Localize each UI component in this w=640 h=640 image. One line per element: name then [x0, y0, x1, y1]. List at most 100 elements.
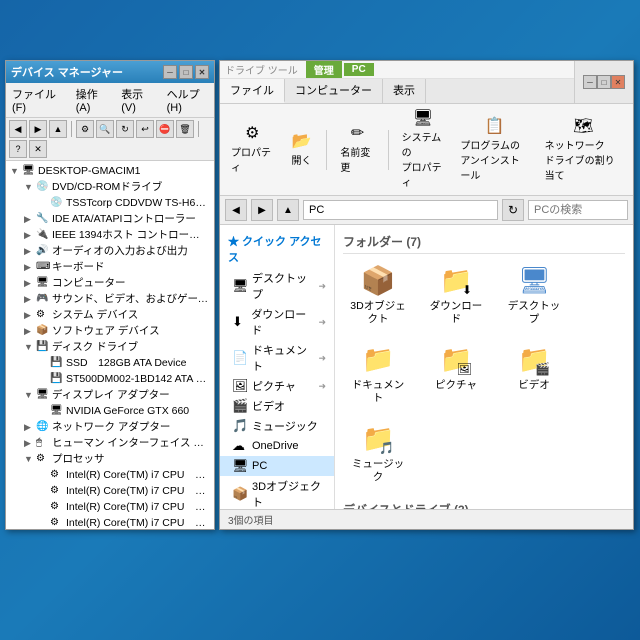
toolbar-properties[interactable]: ⚙ — [76, 120, 94, 138]
tree-sound[interactable]: ▶ 🎮 サウンド、ビデオ、およびゲーム コントローラー — [8, 291, 212, 307]
onedrive-icon: ☁ — [232, 438, 248, 454]
folder-videos-label: ビデオ — [518, 379, 550, 392]
forward-button[interactable]: ▶ — [251, 199, 273, 221]
sidebar-music[interactable]: 🎵 ミュージック — [220, 416, 334, 436]
toolbar-disable[interactable]: ⛔ — [156, 120, 174, 138]
sidebar-video[interactable]: 🎬 ビデオ — [220, 396, 334, 416]
tree-audio[interactable]: ▶ 🔊 オーディオの入力および出力 — [8, 243, 212, 259]
toolbar-uninstall[interactable]: 🗑 — [176, 120, 194, 138]
tab-view[interactable]: 表示 — [383, 79, 426, 103]
disk-icon: 💾 — [36, 340, 50, 354]
toolbar-close-x[interactable]: ✕ — [29, 140, 47, 158]
tree-dvdrom[interactable]: ▼ 💿 DVD/CD-ROMドライブ — [8, 179, 212, 195]
tree-ieee[interactable]: ▶ 🔌 IEEE 1394ホスト コントローラー — [8, 227, 212, 243]
sidebar-pictures[interactable]: 🖼 ピクチャ ➜ — [220, 376, 334, 396]
tree-ssd[interactable]: 💾 SSD 128GB ATA Device — [8, 355, 212, 371]
folder-desktop-label: デスクトップ — [504, 300, 564, 326]
tree-computer[interactable]: ▼ 🖥 DESKTOP-GMACIM1 — [8, 163, 212, 179]
ribbon-map[interactable]: 🗺 ネットワークドライブの割り当て — [539, 115, 628, 185]
system-icon: ⚙ — [36, 308, 50, 322]
menu-view[interactable]: 表示(V) — [118, 85, 155, 115]
minimize-button[interactable]: ─ — [163, 65, 177, 79]
explorer-ribbon: ドライブ ツール 管理 PC ファイル コンピューター 表示 ─ □ — [220, 61, 633, 196]
windows-container: デバイス マネージャー ─ □ ✕ ファイル(F) 操作(A) 表示(V) ヘル… — [5, 60, 634, 530]
tree-cpu1[interactable]: ⚙ Intel(R) Core(TM) i7 CPU 920 @ 2.67GHz — [8, 467, 212, 483]
toolbar-rollback[interactable]: ↩ — [136, 120, 154, 138]
music-icon: 🎵 — [232, 418, 248, 434]
ribbon-rename[interactable]: ✏ 名前変更 — [334, 122, 380, 177]
refresh-button[interactable]: ↻ — [502, 199, 524, 221]
explorer-minimize[interactable]: ─ — [583, 75, 597, 89]
sidebar-onedrive[interactable]: ☁ OneDrive — [220, 436, 334, 456]
tree-cpu4[interactable]: ⚙ Intel(R) Core(TM) i7 CPU 920 @ 2.67GHz — [8, 515, 212, 529]
toolbar-up[interactable]: ▲ — [49, 120, 67, 138]
tree-cpu3[interactable]: ⚙ Intel(R) Core(TM) i7 CPU 920 @ 2.67GHz — [8, 499, 212, 515]
folder-pictures[interactable]: 📁 🖼 ピクチャ — [421, 339, 491, 410]
device-tree[interactable]: ▼ 🖥 DESKTOP-GMACIM1 ▼ 💿 DVD/CD-ROMドライブ 💿… — [6, 161, 214, 529]
explorer-close[interactable]: ✕ — [611, 75, 625, 89]
tree-nvidia[interactable]: 🖥 NVIDIA GeForce GTX 660 — [8, 403, 212, 419]
expand-audio: ▶ — [24, 244, 36, 258]
menu-help[interactable]: ヘルプ(H) — [164, 85, 211, 115]
tree-computer2[interactable]: ▶ 🖥 コンピューター — [8, 275, 212, 291]
folder-download[interactable]: 📁 ⬇ ダウンロード — [421, 260, 491, 331]
tree-cpu2[interactable]: ⚙ Intel(R) Core(TM) i7 CPU 920 @ 2.67GHz — [8, 483, 212, 499]
toolbar-back[interactable]: ◀ — [9, 120, 27, 138]
tree-keyboard[interactable]: ▶ ⌨ キーボード — [8, 259, 212, 275]
ribbon-properties[interactable]: ⚙ プロパティ — [225, 122, 279, 177]
tree-processor[interactable]: ▼ ⚙ プロセッサ — [8, 451, 212, 467]
menu-action[interactable]: 操作(A) — [73, 85, 110, 115]
explorer-maximize[interactable]: □ — [597, 75, 611, 89]
tab-computer[interactable]: コンピューター — [285, 79, 383, 103]
sidebar-desktop[interactable]: 🖥 デスクトップ ➜ — [220, 268, 334, 304]
close-button[interactable]: ✕ — [195, 65, 209, 79]
folder-3d[interactable]: 📦 3Dオブジェクト — [343, 260, 413, 331]
up-button[interactable]: ▲ — [277, 199, 299, 221]
tree-disk[interactable]: ▼ 💾 ディスク ドライブ — [8, 339, 212, 355]
folder-videos[interactable]: 📁 🎬 ビデオ — [499, 339, 569, 410]
folder-desktop[interactable]: 🖥 デスクトップ — [499, 260, 569, 331]
tree-display[interactable]: ▼ 🖥 ディスプレイ アダプター — [8, 387, 212, 403]
tree-system[interactable]: ▶ ⚙ システム デバイス — [8, 307, 212, 323]
sidebar-pc[interactable]: 🖥 PC — [220, 456, 334, 476]
ribbon-open[interactable]: 📂 開く — [283, 130, 319, 170]
processor-icon: ⚙ — [36, 452, 50, 466]
titlebar-buttons: ─ □ ✕ — [163, 65, 209, 79]
search-input[interactable] — [528, 200, 628, 220]
3d-icon: 📦 — [232, 486, 248, 502]
quick-access-header[interactable]: ★ クイック アクセス — [220, 230, 334, 268]
menu-file[interactable]: ファイル(F) — [9, 85, 65, 115]
sidebar-3d[interactable]: 📦 3Dオブジェクト — [220, 476, 334, 509]
tree-network[interactable]: ▶ 🌐 ネットワーク アダプター — [8, 419, 212, 435]
processor-label: プロセッサ — [52, 452, 210, 466]
system-label: システム デバイス — [52, 308, 210, 322]
expand-system: ▶ — [24, 308, 36, 322]
folder-music[interactable]: 📁 🎵 ミュージック — [343, 418, 413, 489]
tree-ide[interactable]: ▶ 🔧 IDE ATA/ATAPIコントローラー — [8, 211, 212, 227]
back-button[interactable]: ◀ — [225, 199, 247, 221]
toolbar-help[interactable]: ? — [9, 140, 27, 158]
tree-hid[interactable]: ▶ 🖱 ヒューマン インターフェイス デバイス — [8, 435, 212, 451]
tab-file[interactable]: ファイル — [220, 79, 285, 103]
toolbar-update[interactable]: ↻ — [116, 120, 134, 138]
explorer-main: フォルダー (7) 📦 3Dオブジェクト 📁 ⬇ ダウンロード — [335, 225, 633, 509]
sidebar-download[interactable]: ⬇ ダウンロード ➜ — [220, 304, 334, 340]
uninstall-label: プログラムのアンインストール — [460, 137, 528, 182]
tree-dvdrom-device[interactable]: 💿 TSSTcorp CDDVDW TS-H653J ATA Device — [8, 195, 212, 211]
ribbon-tab-pc[interactable]: PC — [344, 63, 374, 76]
ribbon-tab-highlight-manage[interactable]: 管理 — [306, 61, 342, 78]
folder-download-label: ダウンロード — [426, 300, 486, 326]
maximize-button[interactable]: □ — [179, 65, 193, 79]
ribbon-system[interactable]: 🖥 システムのプロパティ — [396, 107, 451, 192]
tree-software[interactable]: ▶ 📦 ソフトウェア デバイス — [8, 323, 212, 339]
ribbon-uninstall[interactable]: 📋 プログラムのアンインストール — [454, 115, 534, 185]
toolbar-forward[interactable]: ▶ — [29, 120, 47, 138]
tree-hdd[interactable]: 💾 ST500DM002-1BD142 ATA Device — [8, 371, 212, 387]
network-icon: 🌐 — [36, 420, 50, 434]
sidebar-documents[interactable]: 📄 ドキュメント ➜ — [220, 340, 334, 376]
address-field[interactable]: PC — [303, 200, 498, 220]
sidebar-video-label: ビデオ — [252, 398, 285, 414]
toolbar-scan[interactable]: 🔍 — [96, 120, 114, 138]
folder-documents[interactable]: 📁 ドキュメント — [343, 339, 413, 410]
cpu2-label: Intel(R) Core(TM) i7 CPU 920 @ 2.67GHz — [66, 484, 210, 498]
